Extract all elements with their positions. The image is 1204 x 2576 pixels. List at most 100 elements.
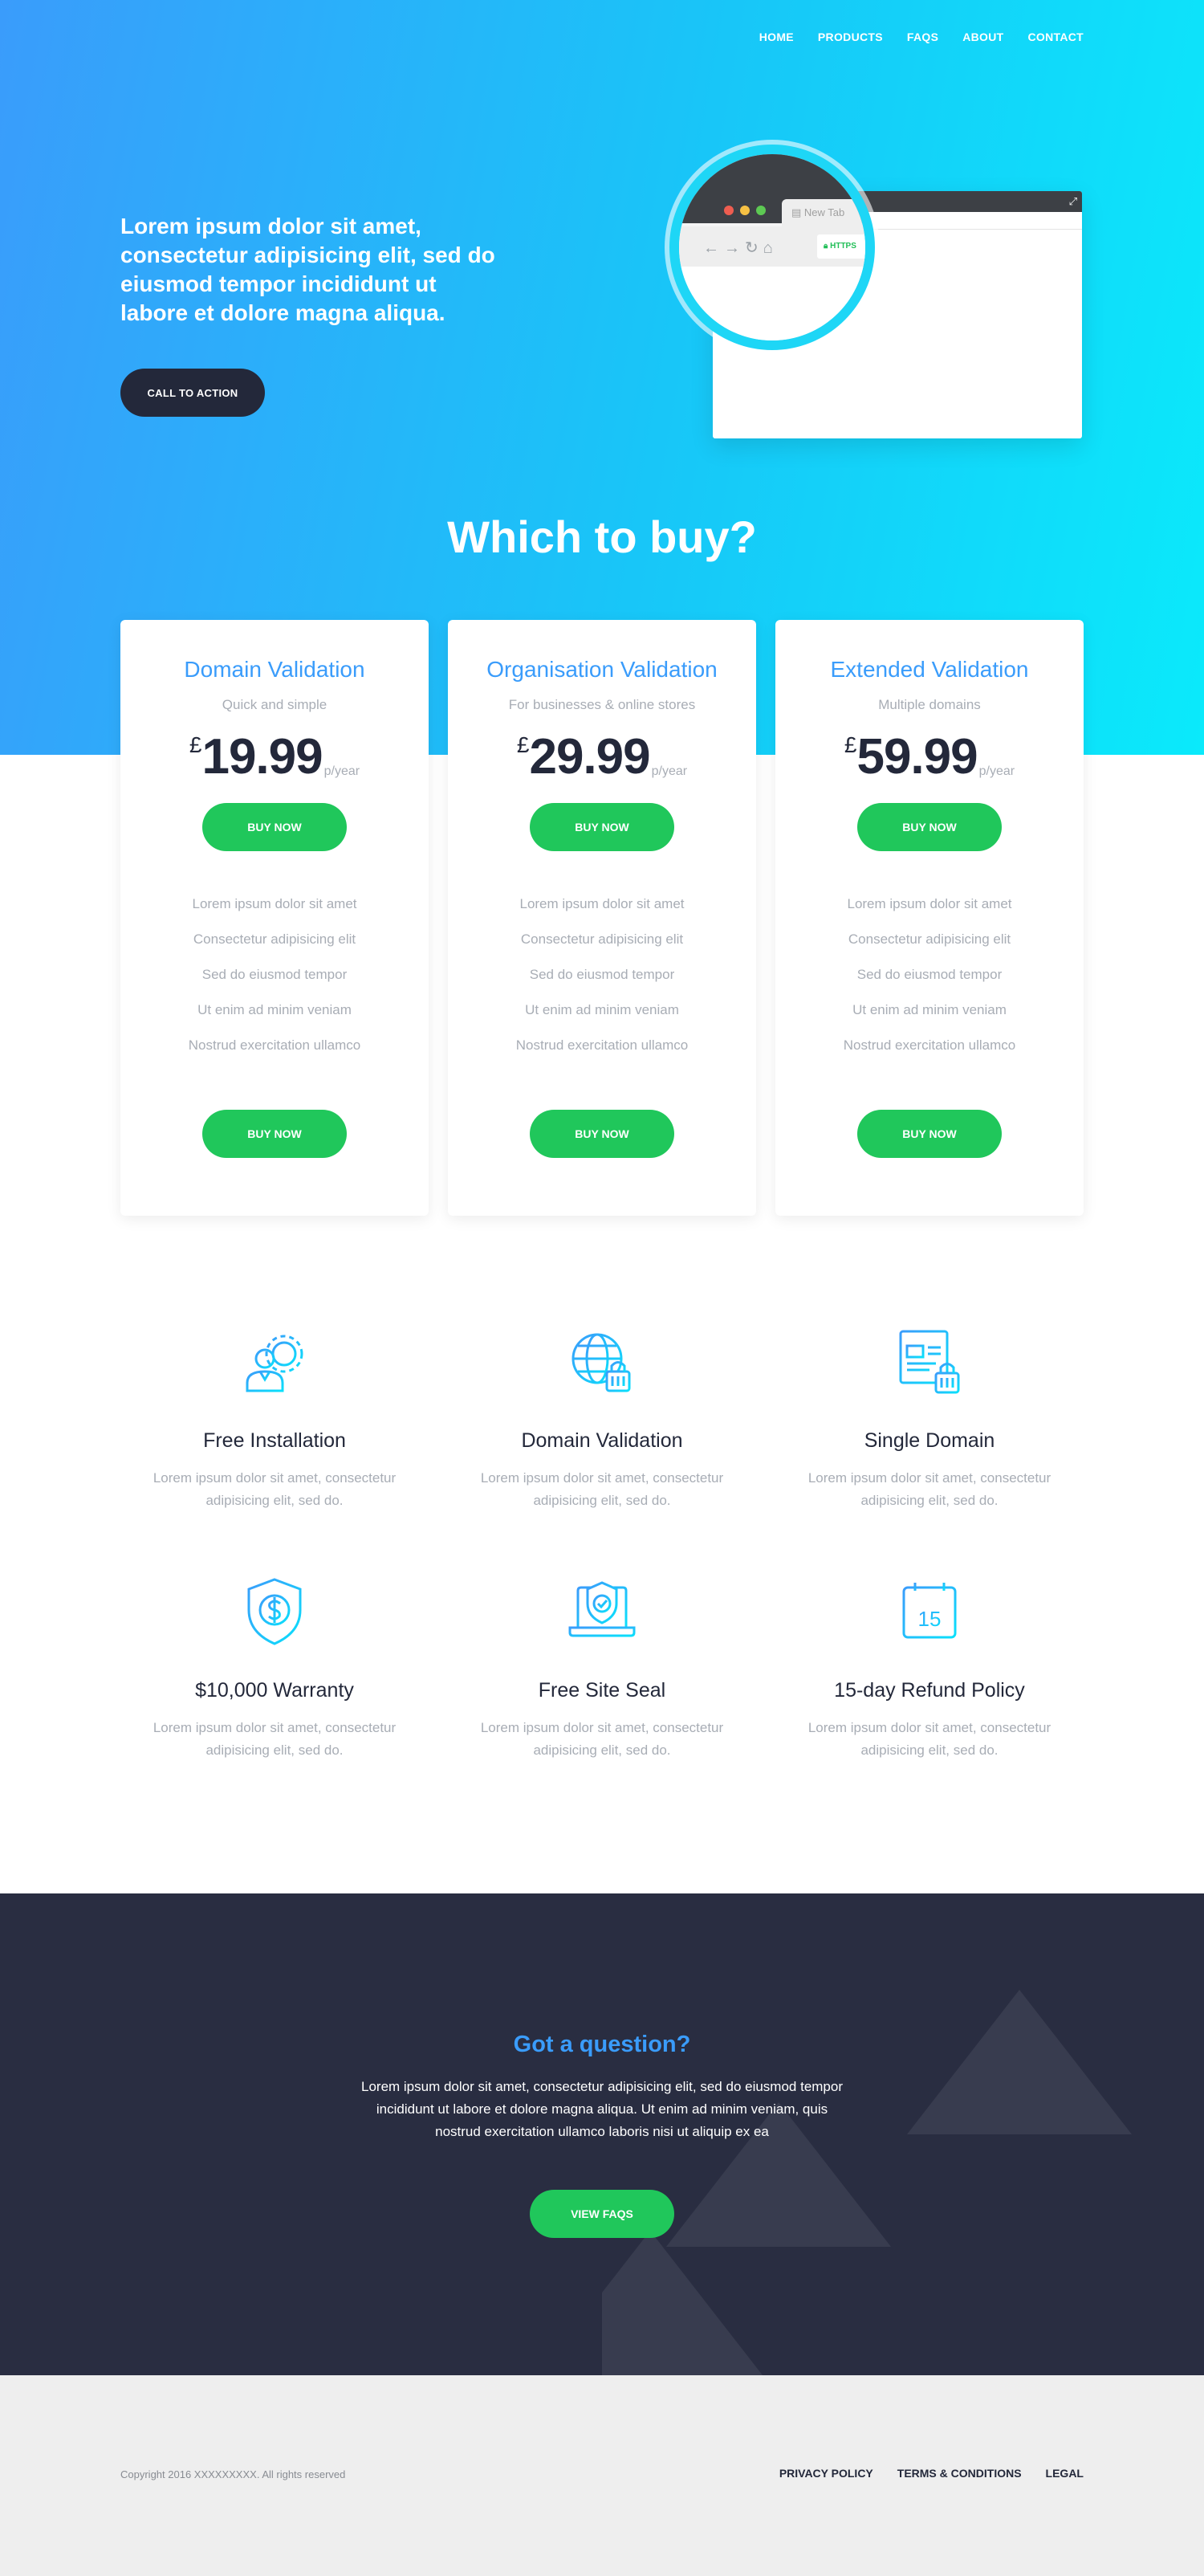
feature-item: Sed do eiusmod tempor [775, 967, 1084, 1002]
benefit-title: Free Site Seal [448, 1679, 756, 1702]
laptop-shield-icon [562, 1571, 642, 1652]
feature-item: Nostrud exercitation ullamco [775, 1037, 1084, 1073]
plan-subtitle: Multiple domains [775, 697, 1084, 713]
installer-gear-icon [234, 1322, 315, 1402]
feature-item: Sed do eiusmod tempor [120, 967, 429, 1002]
question-section: Got a question? Lorem ipsum dolor sit am… [0, 1893, 1204, 2375]
padlock-icon: 🔒︎ [824, 242, 828, 251]
feature-item: Consectetur adipisicing elit [775, 931, 1084, 967]
hero-headline: Lorem ipsum dolor sit amet, consectetur … [120, 212, 498, 328]
feature-list: Lorem ipsum dolor sit amet Consectetur a… [448, 896, 756, 1073]
price-amount: 29.99 [529, 732, 649, 782]
buy-now-button[interactable]: BUY NOW [857, 1110, 1002, 1158]
footer: Copyright 2016 XXXXXXXXX. All rights res… [0, 2375, 1204, 2576]
benefit-description: Lorem ipsum dolor sit amet, consectetur … [775, 1717, 1084, 1762]
pricing-card-organisation: Organisation Validation For businesses &… [448, 620, 756, 1216]
maximize-dot-icon [756, 206, 766, 215]
nav-about-link[interactable]: ABOUT [962, 31, 1003, 43]
benefit-title: Single Domain [775, 1429, 1084, 1453]
plan-subtitle: Quick and simple [120, 697, 429, 713]
document-icon: ▤ [791, 206, 804, 218]
feature-list: Lorem ipsum dolor sit amet Consectetur a… [120, 896, 429, 1073]
price-period: p/year [979, 764, 1015, 779]
feature-list: Lorem ipsum dolor sit amet Consectetur a… [775, 896, 1084, 1073]
webpage-lock-icon [889, 1322, 970, 1402]
https-badge: 🔒︎ HTTPS [817, 234, 870, 259]
feature-item: Nostrud exercitation ullamco [448, 1037, 756, 1073]
nav-faqs-link[interactable]: FAQS [907, 31, 938, 43]
footer-links: PRIVACY POLICY TERMS & CONDITIONS LEGAL [779, 2467, 1084, 2480]
copyright-text: Copyright 2016 XXXXXXXXX. All rights res… [120, 2468, 345, 2480]
view-faqs-button[interactable]: VIEW FAQS [530, 2190, 674, 2238]
benefit-title: 15-day Refund Policy [775, 1679, 1084, 1702]
benefit-description: Lorem ipsum dolor sit amet, consectetur … [448, 1467, 756, 1512]
feature-item: Consectetur adipisicing elit [120, 931, 429, 967]
price-period: p/year [324, 764, 360, 779]
benefit-domain-validation: Domain Validation Lorem ipsum dolor sit … [448, 1322, 756, 1512]
buy-now-button[interactable]: BUY NOW [202, 1110, 347, 1158]
browser-tab: ▤ New Tab [782, 199, 870, 226]
currency-symbol: £ [189, 732, 202, 758]
pricing-cards: Domain Validation Quick and simple £ 19.… [0, 620, 1204, 1216]
privacy-policy-link[interactable]: PRIVACY POLICY [779, 2467, 873, 2480]
close-dot-icon [724, 206, 734, 215]
benefit-title: Domain Validation [448, 1429, 756, 1453]
legal-link[interactable]: LEGAL [1046, 2467, 1084, 2480]
shield-dollar-icon [234, 1571, 315, 1652]
call-to-action-button[interactable]: CALL TO ACTION [120, 369, 265, 417]
calendar-15-icon: 15 [889, 1571, 970, 1652]
price-amount: 19.99 [201, 732, 322, 782]
magnifier-illustration: ▤ New Tab ←→↻⌂ 🔒︎ HTTPS [669, 145, 875, 350]
price-period: p/year [652, 764, 687, 779]
nav-contact-link[interactable]: CONTACT [1028, 31, 1084, 43]
plan-name: Extended Validation [775, 657, 1084, 683]
plan-price: £ 29.99 p/year [448, 732, 756, 781]
browser-tab-label: New Tab [804, 206, 844, 218]
plan-price: £ 19.99 p/year [120, 732, 429, 781]
benefit-site-seal: Free Site Seal Lorem ipsum dolor sit ame… [448, 1571, 756, 1762]
currency-symbol: £ [844, 732, 857, 758]
feature-item: Ut enim ad minim veniam [775, 1002, 1084, 1037]
plan-name: Organisation Validation [448, 657, 756, 683]
calendar-day-number: 15 [918, 1607, 942, 1631]
feature-item: Lorem ipsum dolor sit amet [120, 896, 429, 931]
buy-now-button[interactable]: BUY NOW [530, 803, 674, 851]
benefit-warranty: $10,000 Warranty Lorem ipsum dolor sit a… [120, 1571, 429, 1762]
benefit-title: Free Installation [120, 1429, 429, 1453]
pricing-title: Which to buy? [0, 511, 1204, 563]
magnified-page [679, 267, 865, 350]
plan-subtitle: For businesses & online stores [448, 697, 756, 713]
main-nav: HOME PRODUCTS FAQS ABOUT CONTACT [759, 31, 1084, 43]
benefit-description: Lorem ipsum dolor sit amet, consectetur … [775, 1467, 1084, 1512]
terms-conditions-link[interactable]: TERMS & CONDITIONS [897, 2467, 1022, 2480]
https-label: HTTPS [830, 242, 856, 251]
expand-icon: ⤢ [1069, 195, 1077, 208]
question-body: Lorem ipsum dolor sit amet, consectetur … [361, 2076, 843, 2143]
benefits-grid: Free Installation Lorem ipsum dolor sit … [0, 1216, 1204, 1762]
plan-name: Domain Validation [120, 657, 429, 683]
feature-item: Lorem ipsum dolor sit amet [448, 896, 756, 931]
feature-item: Nostrud exercitation ullamco [120, 1037, 429, 1073]
browser-nav-arrows-icon: ←→↻⌂ [703, 238, 778, 258]
buy-now-button[interactable]: BUY NOW [530, 1110, 674, 1158]
plan-price: £ 59.99 p/year [775, 732, 1084, 781]
feature-item: Ut enim ad minim veniam [448, 1002, 756, 1037]
pricing-card-domain: Domain Validation Quick and simple £ 19.… [120, 620, 429, 1216]
feature-item: Consectetur adipisicing elit [448, 931, 756, 967]
buy-now-button[interactable]: BUY NOW [202, 803, 347, 851]
benefit-description: Lorem ipsum dolor sit amet, consectetur … [448, 1717, 756, 1762]
nav-products-link[interactable]: PRODUCTS [818, 31, 883, 43]
buy-now-button[interactable]: BUY NOW [857, 803, 1002, 851]
question-title: Got a question? [0, 1893, 1204, 2058]
nav-home-link[interactable]: HOME [759, 31, 794, 43]
benefit-description: Lorem ipsum dolor sit amet, consectetur … [120, 1717, 429, 1762]
feature-item: Lorem ipsum dolor sit amet [775, 896, 1084, 931]
pricing-card-extended: Extended Validation Multiple domains £ 5… [775, 620, 1084, 1216]
feature-item: Ut enim ad minim veniam [120, 1002, 429, 1037]
minimize-dot-icon [740, 206, 750, 215]
benefit-refund-policy: 15 15-day Refund Policy Lorem ipsum dolo… [775, 1571, 1084, 1762]
benefit-title: $10,000 Warranty [120, 1679, 429, 1702]
benefit-free-installation: Free Installation Lorem ipsum dolor sit … [120, 1322, 429, 1512]
currency-symbol: £ [517, 732, 530, 758]
globe-lock-icon [562, 1322, 642, 1402]
